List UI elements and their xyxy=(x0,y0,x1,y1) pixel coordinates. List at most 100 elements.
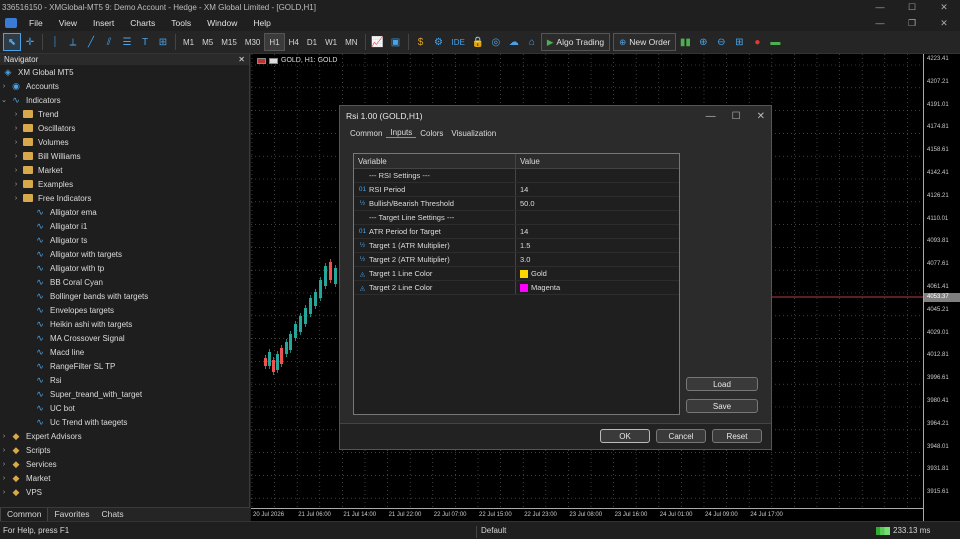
table-row[interactable]: ◬ Target 2 Line Color Magenta xyxy=(354,281,679,295)
table-row[interactable]: ½ Bullish/Bearish Threshold 50.0 xyxy=(354,197,679,211)
expand-icon[interactable]: › xyxy=(0,475,8,482)
expand-icon[interactable]: › xyxy=(0,433,8,440)
table-row[interactable]: ½ Target 2 (ATR Multiplier) 3.0 xyxy=(354,253,679,267)
tab-common[interactable]: Common xyxy=(346,129,386,138)
dollar-icon[interactable]: $ xyxy=(412,33,430,51)
maximize-icon[interactable]: ☐ xyxy=(732,111,741,122)
trend-line-icon[interactable]: ╱ xyxy=(82,33,100,51)
menu-tools[interactable]: Tools xyxy=(163,18,199,28)
tree-item[interactable]: › Free Indicators xyxy=(0,191,249,205)
tf-mn[interactable]: MN xyxy=(341,33,361,51)
expand-icon[interactable]: › xyxy=(12,195,20,202)
tree-item[interactable]: ∿ UC bot xyxy=(0,401,249,415)
value-cell[interactable]: Gold xyxy=(516,269,547,278)
tree-item[interactable]: › Examples xyxy=(0,177,249,191)
tree-item[interactable]: › ◆ Scripts xyxy=(0,443,249,457)
child-restore-button[interactable]: ❐ xyxy=(896,15,928,31)
load-button[interactable]: Load xyxy=(686,377,758,391)
table-row[interactable]: --- Target Line Settings --- xyxy=(354,211,679,225)
zoom-in-icon[interactable]: ⊕ xyxy=(694,33,712,51)
tree-item[interactable]: ∿ Bollinger bands with targets xyxy=(0,289,249,303)
algo-trading-button[interactable]: ▶ Algo Trading xyxy=(540,33,611,51)
tree-item[interactable]: ∿ Super_treand_with_target xyxy=(0,387,249,401)
text-tool-icon[interactable]: T xyxy=(136,33,154,51)
ide-button[interactable]: IDE xyxy=(448,33,469,51)
value-cell[interactable]: Magenta xyxy=(516,283,560,292)
tf-d1[interactable]: D1 xyxy=(303,33,321,51)
tree-item[interactable]: › ◆ Expert Advisors xyxy=(0,429,249,443)
tab-favorites[interactable]: Favorites xyxy=(48,508,95,521)
tree-item[interactable]: ∿ Alligator with targets xyxy=(0,247,249,261)
tab-visualization[interactable]: Visualization xyxy=(447,129,500,138)
expand-icon[interactable]: › xyxy=(12,125,20,132)
tree-item[interactable]: › ◆ Services xyxy=(0,457,249,471)
vps-icon[interactable]: ⌂ xyxy=(523,33,541,51)
depth-of-market-icon[interactable]: ▮▮ xyxy=(676,33,694,51)
menu-charts[interactable]: Charts xyxy=(122,18,163,28)
tree-item[interactable]: › Market xyxy=(0,163,249,177)
tree-item[interactable]: ∿ RangeFilter SL TP xyxy=(0,359,249,373)
collapse-icon[interactable]: ⌄ xyxy=(0,96,8,104)
horizontal-line-icon[interactable]: ⟂ xyxy=(64,33,82,51)
tab-colors[interactable]: Colors xyxy=(416,129,447,138)
child-minimize-button[interactable]: — xyxy=(864,15,896,31)
menu-window[interactable]: Window xyxy=(199,18,245,28)
notification-icon[interactable]: ● xyxy=(748,33,766,51)
table-row[interactable]: ◬ Target 1 Line Color Gold xyxy=(354,267,679,281)
value-cell[interactable]: 50.0 xyxy=(516,199,535,208)
cursor-icon[interactable]: ⬉ xyxy=(3,33,21,51)
tree-item[interactable]: ∿ Alligator i1 xyxy=(0,219,249,233)
tree-item[interactable]: ∿ Rsi xyxy=(0,373,249,387)
tree-item[interactable]: ∿ MA Crossover Signal xyxy=(0,331,249,345)
minimize-button[interactable]: — xyxy=(864,0,896,15)
reset-button[interactable]: Reset xyxy=(712,429,762,443)
tf-h4[interactable]: H4 xyxy=(285,33,303,51)
child-close-button[interactable]: ✕ xyxy=(928,15,960,31)
zoom-out-icon[interactable]: ⊖ xyxy=(712,33,730,51)
expand-icon[interactable]: › xyxy=(12,111,20,118)
new-order-button[interactable]: ⊕ New Order xyxy=(613,33,677,51)
tree-item[interactable]: ∿ Envelopes targets xyxy=(0,303,249,317)
value-cell[interactable]: 3.0 xyxy=(516,255,530,264)
shapes-icon[interactable]: ⊞ xyxy=(154,33,172,51)
tf-h1[interactable]: H1 xyxy=(264,33,285,51)
lock-icon[interactable]: 🔒 xyxy=(469,33,487,51)
expand-icon[interactable]: › xyxy=(12,167,20,174)
expand-icon[interactable]: › xyxy=(12,139,20,146)
tree-item[interactable]: ∿ Alligator with tp xyxy=(0,261,249,275)
network-icon[interactable]: ⚙ xyxy=(430,33,448,51)
menu-insert[interactable]: Insert xyxy=(85,18,122,28)
expand-icon[interactable]: › xyxy=(0,489,8,496)
vertical-line-icon[interactable]: ⏐ xyxy=(46,33,64,51)
tree-item[interactable]: › ◆ Market xyxy=(0,471,249,485)
save-button[interactable]: Save xyxy=(686,399,758,413)
value-cell[interactable]: 14 xyxy=(516,185,528,194)
tree-item[interactable]: › Oscillators xyxy=(0,121,249,135)
tf-w1[interactable]: W1 xyxy=(321,33,341,51)
tree-item[interactable]: › ◆ VPS xyxy=(0,485,249,499)
value-cell[interactable]: 14 xyxy=(516,227,528,236)
tree-indicators[interactable]: ⌄ ∿ Indicators xyxy=(0,93,249,107)
value-cell[interactable]: 1.5 xyxy=(516,241,530,250)
tab-common[interactable]: Common xyxy=(0,508,49,521)
tree-item[interactable]: ∿ Alligator ts xyxy=(0,233,249,247)
fibonacci-icon[interactable]: ☰ xyxy=(118,33,136,51)
tile-windows-icon[interactable]: ⊞ xyxy=(730,33,748,51)
tree-accounts[interactable]: › ◉ Accounts xyxy=(0,79,249,93)
tf-m5[interactable]: M5 xyxy=(198,33,217,51)
menu-view[interactable]: View xyxy=(51,18,85,28)
minimize-icon[interactable]: — xyxy=(706,111,716,122)
tf-m30[interactable]: M30 xyxy=(241,33,265,51)
cancel-button[interactable]: Cancel xyxy=(656,429,706,443)
tree-item[interactable]: ∿ Alligator ema xyxy=(0,205,249,219)
channel-icon[interactable]: ⫽ xyxy=(100,33,118,51)
expand-icon[interactable]: › xyxy=(0,447,8,454)
table-row[interactable]: --- RSI Settings --- xyxy=(354,169,679,183)
template-icon[interactable]: ▣ xyxy=(387,33,405,51)
cloud-icon[interactable]: ☁ xyxy=(505,33,523,51)
close-icon[interactable]: ✕ xyxy=(238,55,245,64)
tree-item[interactable]: ∿ BB Coral Cyan xyxy=(0,275,249,289)
tf-m1[interactable]: M1 xyxy=(179,33,198,51)
close-icon[interactable]: ✕ xyxy=(757,111,765,122)
table-row[interactable]: ½ Target 1 (ATR Multiplier) 1.5 xyxy=(354,239,679,253)
